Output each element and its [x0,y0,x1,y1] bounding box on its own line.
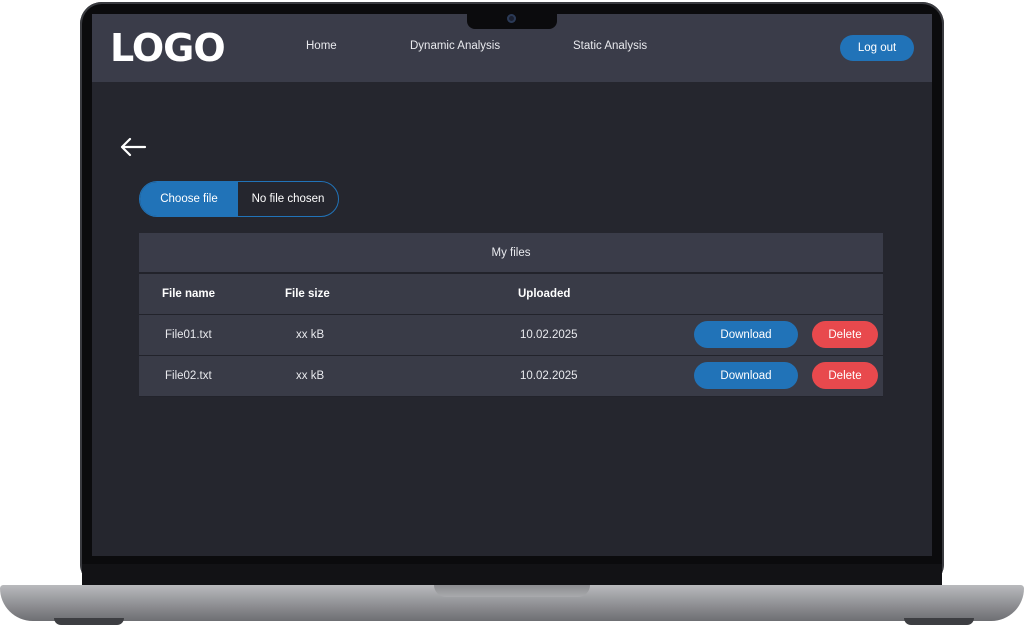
header-uploaded: Uploaded [518,288,571,300]
file-uploaded-date: 10.02.2025 [520,370,578,382]
logout-button[interactable]: Log out [840,35,914,61]
file-size: xx kB [296,329,325,341]
header-file-size: File size [285,288,330,300]
download-button[interactable]: Download [694,321,798,348]
table-row: File02.txt xx kB 10.02.2025 Download Del… [139,356,883,397]
nav-link-static-analysis[interactable]: Static Analysis [573,40,647,52]
logo: LOGO [110,26,226,70]
nav-link-home[interactable]: Home [306,40,337,52]
laptop-hinge [82,564,942,586]
choose-file-button[interactable]: Choose file [140,182,238,216]
delete-button[interactable]: Delete [812,321,878,348]
files-table-title: My files [139,233,883,274]
file-status-text: No file chosen [251,193,325,205]
header-file-name: File name [162,288,216,300]
table-row: File01.txt xx kB 10.02.2025 Download Del… [139,315,883,356]
app-screen: LOGO Home Dynamic Analysis Static Analys… [92,14,932,556]
camera-icon [507,14,516,23]
file-uploaded-date: 10.02.2025 [520,329,578,341]
file-upload-input[interactable]: Choose file No file chosen [139,181,339,217]
arrow-left-icon [120,137,147,157]
table-header-row: File name File size Uploaded [139,274,883,315]
nav-link-dynamic-analysis[interactable]: Dynamic Analysis [410,40,500,52]
laptop-foot-left [54,618,124,625]
delete-button[interactable]: Delete [812,362,878,389]
laptop-base-notch [434,585,590,597]
file-name: File02.txt [165,370,212,382]
file-name: File01.txt [165,329,212,341]
files-table: My files File name File size Uploaded Fi… [139,233,883,397]
file-size: xx kB [296,370,325,382]
download-button[interactable]: Download [694,362,798,389]
laptop-foot-right [904,618,974,625]
back-button[interactable] [119,136,147,158]
